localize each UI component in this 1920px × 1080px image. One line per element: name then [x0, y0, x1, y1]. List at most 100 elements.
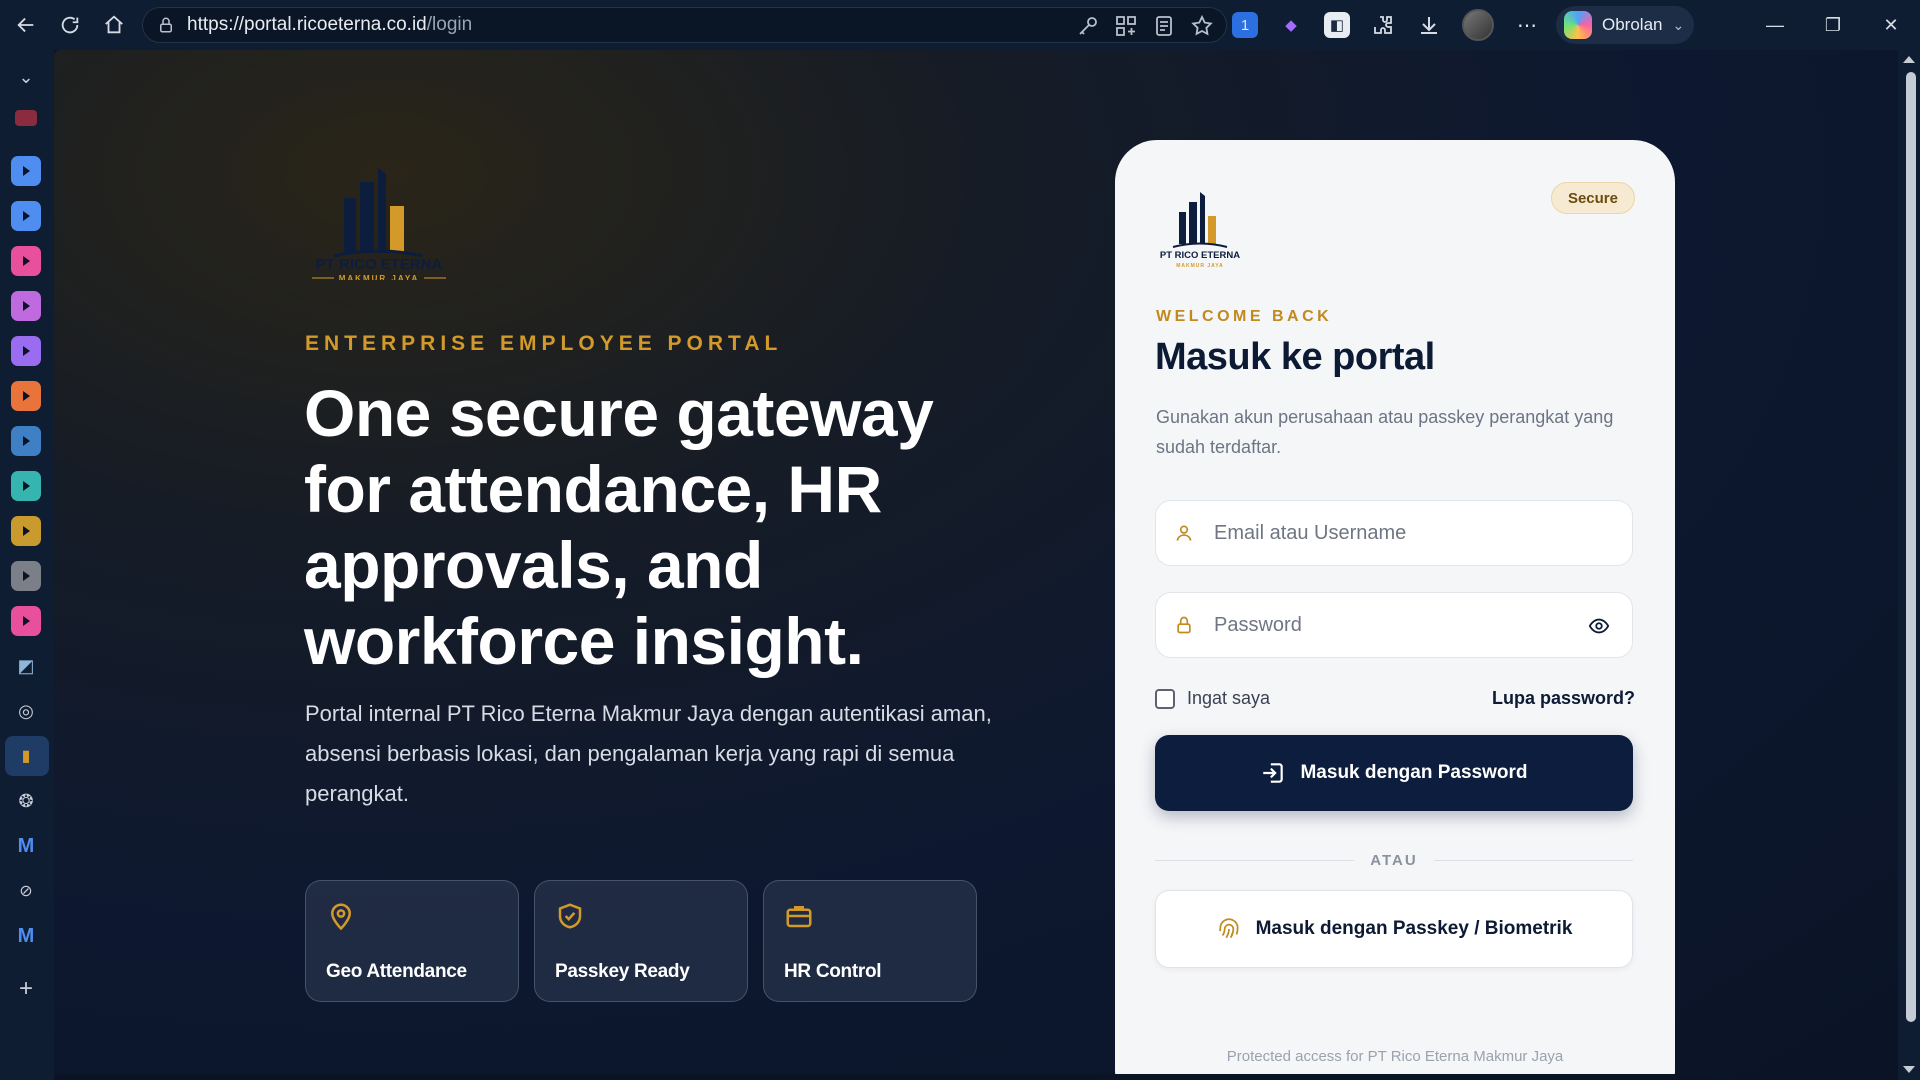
download-icon[interactable] — [1416, 12, 1442, 38]
svg-text:MAKMUR JAYA: MAKMUR JAYA — [1176, 263, 1224, 269]
sidebar-app-5-icon[interactable] — [11, 336, 41, 366]
login-card: PT RICO ETERNA MAKMUR JAYA Secure WELCOM… — [1115, 140, 1675, 1074]
back-button[interactable] — [6, 5, 46, 45]
extensions-icon[interactable] — [1370, 12, 1396, 38]
restore-button[interactable]: ❐ — [1804, 0, 1862, 50]
or-divider: ATAU — [1155, 850, 1633, 870]
copilot-icon — [1564, 11, 1592, 39]
password-manager-icon[interactable]: 1 — [1232, 12, 1258, 38]
sidebar-app-6-icon[interactable] — [11, 381, 41, 411]
sidebar-globe-icon[interactable]: ◎ — [11, 696, 41, 726]
secure-badge: Secure — [1550, 182, 1635, 214]
sidebar-m2-icon[interactable]: M — [11, 921, 41, 951]
login-title: Masuk ke portal — [1155, 336, 1435, 378]
sidebar-app-1-icon[interactable] — [11, 156, 41, 186]
sidebar-portal-icon[interactable]: ▮ — [11, 741, 41, 771]
chevron-down-icon: ⌄ — [1672, 16, 1685, 33]
scroll-thumb[interactable] — [1906, 72, 1916, 1022]
hero-title: One secure gateway for attendance, HR ap… — [304, 376, 934, 678]
hero-description: Portal internal PT Rico Eterna Makmur Ja… — [305, 701, 992, 806]
card-footer: Protected access for PT Rico Eterna Makm… — [1226, 1048, 1564, 1065]
login-password-button[interactable]: Masuk dengan Password — [1155, 735, 1633, 811]
remember-checkbox[interactable] — [1155, 688, 1175, 709]
add-sidebar-icon[interactable]: + — [11, 974, 41, 1004]
minimize-button[interactable]: — — [1746, 0, 1804, 50]
login-page: PT RICO ETERNA MAKMUR JAYA ENTERPRISE EM… — [54, 50, 1898, 1074]
more-icon[interactable]: ⋯ — [1514, 12, 1540, 38]
extension-app-icon[interactable]: ◧ — [1324, 12, 1350, 38]
star-icon[interactable] — [1190, 14, 1214, 38]
refresh-button[interactable] — [50, 5, 90, 45]
url-host: https://portal.ricoeterna.co.id — [187, 14, 427, 35]
feature-card-hr: HR Control — [763, 880, 977, 1002]
address-bar[interactable]: https://portal.ricoeterna.co.id/login — [142, 7, 1227, 43]
username-input[interactable] — [1214, 521, 1574, 545]
fingerprint-icon — [1218, 918, 1239, 939]
login-password-label: Masuk dengan Password — [1300, 762, 1528, 783]
copilot-button[interactable]: Obrolan ⌄ — [1556, 6, 1694, 44]
briefcase-icon — [786, 906, 812, 928]
location-pin-icon — [330, 903, 352, 931]
sidebar-app-11-icon[interactable] — [11, 606, 41, 636]
scroll-down-icon[interactable] — [1903, 1066, 1915, 1073]
card-company-logo: PT RICO ETERNA MAKMUR JAYA — [1160, 192, 1240, 269]
login-passkey-label: Masuk dengan Passkey / Biometrik — [1255, 918, 1573, 939]
refresh-icon — [61, 16, 79, 34]
password-input[interactable] — [1214, 613, 1574, 637]
divider-line — [1155, 859, 1355, 861]
sidebar-app-7-icon[interactable] — [11, 426, 41, 456]
lock-icon — [160, 17, 172, 33]
feature-label: Geo Attendance — [326, 961, 467, 982]
user-icon — [1176, 525, 1192, 541]
reader-icon[interactable] — [1152, 14, 1176, 38]
lock-icon — [1177, 616, 1191, 634]
forgot-password-link[interactable]: Lupa password? — [1492, 688, 1635, 709]
key-icon[interactable] — [1076, 14, 1100, 38]
sidebar-app-3-icon[interactable] — [11, 246, 41, 276]
login-subtitle: Gunakan akun perusahaan atau passkey per… — [1156, 407, 1614, 457]
divider-line — [1433, 859, 1633, 861]
youtube-icon[interactable] — [15, 110, 37, 126]
password-field[interactable] — [1155, 592, 1633, 658]
home-icon — [105, 15, 123, 34]
apps-icon[interactable] — [1114, 14, 1138, 38]
username-field[interactable] — [1155, 500, 1633, 566]
page-scrollbar[interactable] — [1898, 50, 1920, 1080]
feature-card-passkey: Passkey Ready — [534, 880, 748, 1002]
feature-label: HR Control — [784, 961, 882, 982]
sidebar-app-2-icon[interactable] — [11, 201, 41, 231]
sidebar-openai-icon[interactable]: ❂ — [11, 786, 41, 816]
company-logo: PT RICO ETERNA MAKMUR JAYA — [312, 168, 446, 280]
url-path: /login — [426, 14, 473, 35]
sidebar-telegram-icon[interactable]: ◩ — [11, 651, 41, 681]
sidebar-app-9-icon[interactable] — [11, 516, 41, 546]
remember-me[interactable]: Ingat saya — [1155, 688, 1270, 709]
sidebar-app-8-icon[interactable] — [11, 471, 41, 501]
sidebar-link-icon[interactable]: ⊘ — [11, 876, 41, 906]
shield-check-icon — [558, 903, 582, 929]
profile-avatar[interactable] — [1462, 9, 1494, 41]
home-button[interactable] — [94, 5, 134, 45]
brand-name: PT RICO ETERNA — [316, 256, 443, 273]
brand-tagline: MAKMUR JAYA — [339, 274, 420, 280]
login-passkey-button[interactable]: Masuk dengan Passkey / Biometrik — [1155, 890, 1633, 968]
scroll-up-icon[interactable] — [1903, 56, 1915, 63]
sidebar-collapse-icon[interactable]: ⌄ — [11, 62, 41, 92]
extension-purple-icon[interactable]: ◆ — [1278, 12, 1304, 38]
svg-text:PT RICO ETERNA: PT RICO ETERNA — [1160, 250, 1240, 261]
feature-card-geo: Geo Attendance — [305, 880, 519, 1002]
browser-toolbar: https://portal.ricoeterna.co.id/login 1 … — [0, 0, 1920, 50]
sidebar-m-icon[interactable]: M — [11, 831, 41, 861]
welcome-eyebrow: WELCOME BACK — [1156, 308, 1333, 325]
login-icon — [1263, 763, 1284, 783]
copilot-label: Obrolan — [1602, 15, 1663, 34]
browser-sidebar: ⌄ ◩ ◎ ▮ ❂ M ⊘ M + — [0, 50, 54, 1080]
close-button[interactable]: ✕ — [1862, 0, 1920, 50]
hero-eyebrow: ENTERPRISE EMPLOYEE PORTAL — [305, 332, 783, 355]
sidebar-app-10-icon[interactable] — [11, 561, 41, 591]
sidebar-app-4-icon[interactable] — [11, 291, 41, 321]
feature-label: Passkey Ready — [555, 961, 690, 982]
arrow-left-icon — [17, 17, 34, 33]
show-password-icon[interactable] — [1588, 615, 1610, 637]
remember-label: Ingat saya — [1187, 688, 1271, 708]
